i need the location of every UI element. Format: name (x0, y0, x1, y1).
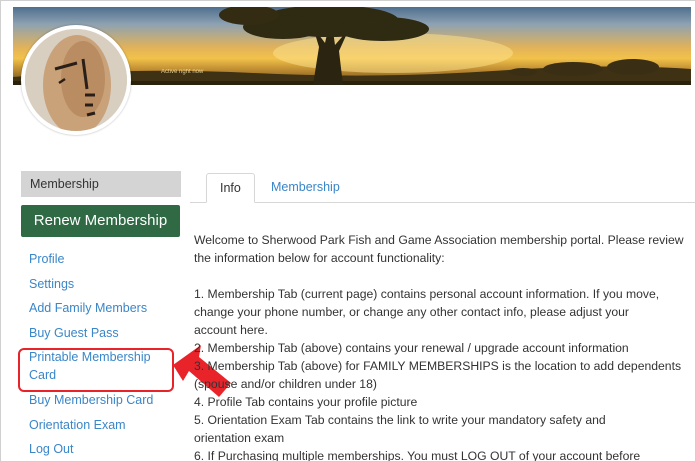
sidebar-item-profile[interactable]: Profile (29, 247, 179, 272)
info-line: 3. Membership Tab (above) for FAMILY MEM… (194, 359, 682, 373)
banner-caption: Active right now (161, 69, 204, 75)
avatar[interactable] (21, 25, 131, 135)
tab-info[interactable]: Info (206, 173, 255, 203)
sidebar-item-log-out[interactable]: Log Out (29, 437, 179, 461)
info-line: 1. Membership Tab (current page) contain… (194, 287, 660, 301)
info-line: change your phone number, or change any … (194, 305, 629, 319)
sidebar-header: Membership (21, 171, 181, 197)
info-line: 6. If Purchasing multiple memberships. Y… (194, 449, 641, 462)
info-line: (spouse and/or children under 18) (194, 377, 377, 391)
sidebar-item-add-family-members[interactable]: Add Family Members (29, 296, 179, 321)
renew-membership-button[interactable]: Renew Membership (21, 205, 180, 237)
info-line: orientation exam (194, 431, 285, 445)
sidebar-item-settings[interactable]: Settings (29, 272, 179, 297)
intro-text: Welcome to Sherwood Park Fish and Game A… (194, 233, 684, 265)
highlight-box (18, 348, 174, 392)
sidebar-item-buy-guest-pass[interactable]: Buy Guest Pass (29, 321, 179, 346)
info-line: 5. Orientation Exam Tab contains the lin… (194, 413, 606, 427)
info-list: 1. Membership Tab (current page) contain… (194, 285, 694, 462)
tab-membership[interactable]: Membership (258, 173, 353, 203)
tab-bar: Info Membership (190, 173, 695, 203)
page-frame: Active right now Membership Renew Member… (0, 0, 696, 462)
profile-picture (25, 29, 127, 131)
info-line: account here. (194, 323, 268, 337)
info-line: 2. Membership Tab (above) contains your … (194, 341, 629, 355)
sidebar-item-orientation-exam[interactable]: Orientation Exam (29, 413, 179, 438)
info-content: Welcome to Sherwood Park Fish and Game A… (194, 231, 694, 462)
info-line: 4. Profile Tab contains your profile pic… (194, 395, 418, 409)
